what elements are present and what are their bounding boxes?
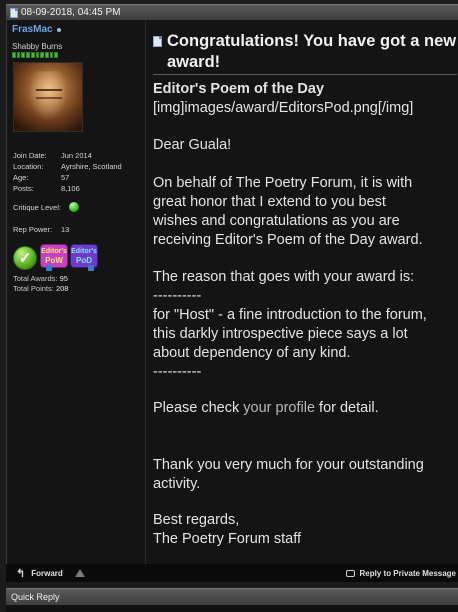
reason-line: about dependency of any kind. bbox=[153, 345, 351, 361]
dash-separator: ---------- bbox=[153, 364, 202, 380]
location: Ayrshire, Scotland bbox=[61, 162, 122, 171]
post-footer: ↰ Forward Reply to Private Message bbox=[6, 564, 458, 582]
document-icon bbox=[153, 36, 162, 47]
warning-triangle-icon[interactable] bbox=[74, 569, 85, 577]
forward-arrow-icon: ↰ bbox=[16, 567, 26, 580]
user-title: Shabby Burns bbox=[12, 42, 63, 51]
join-date: Jun 2014 bbox=[61, 151, 92, 160]
divider bbox=[153, 74, 457, 75]
profile-link[interactable]: your profile bbox=[243, 400, 315, 416]
profile-check-line: Please check your profile for detail. bbox=[153, 400, 379, 416]
reply-to-pm-button[interactable]: Reply to Private Message bbox=[345, 569, 456, 578]
forward-button[interactable]: ↰ Forward bbox=[16, 567, 63, 580]
age-row: Age: 57 bbox=[13, 173, 70, 182]
post-content: Congratulations! You have got a new awar… bbox=[145, 20, 458, 564]
age: 57 bbox=[61, 173, 70, 182]
body-line: receiving Editor's Poem of the Day award… bbox=[153, 232, 423, 248]
quick-reply-header[interactable]: Quick Reply bbox=[6, 588, 458, 605]
online-status-icon bbox=[56, 27, 61, 32]
body-line: great honor that I extend to you best bbox=[153, 194, 386, 210]
dash-separator: ---------- bbox=[153, 288, 202, 304]
rep-power: 13 bbox=[61, 225, 70, 234]
critique-level-row: Critique Level: bbox=[13, 202, 79, 212]
reputation-bar[interactable] bbox=[12, 52, 59, 58]
signoff-line: Best regards, bbox=[153, 512, 240, 528]
ribbon-icon bbox=[88, 265, 94, 271]
award-heading: Editor's Poem of the Day bbox=[153, 81, 325, 97]
ribbon-icon bbox=[46, 265, 52, 271]
signoff-line: The Poetry Forum staff bbox=[153, 531, 302, 547]
thanks-line: activity. bbox=[153, 476, 201, 492]
post-body: FrasMac Shabby Burns Join Date: Jun 2014… bbox=[6, 20, 458, 564]
join-date-row: Join Date: Jun 2014 bbox=[13, 151, 92, 160]
image-tag-text: [img]images/award/EditorsPod.png[/img] bbox=[153, 100, 414, 116]
reason-intro: The reason that goes with your award is: bbox=[153, 269, 415, 285]
post-count: 8,106 bbox=[61, 184, 80, 193]
checkmark-award-icon[interactable]: ✓ bbox=[13, 246, 37, 270]
total-awards: Total Awards: 95 bbox=[13, 274, 68, 283]
critique-level-icon bbox=[68, 202, 79, 212]
posts-row: Posts: 8,106 bbox=[13, 184, 80, 193]
thanks-line: Thank you very much for your outstanding bbox=[153, 457, 424, 473]
post-title: Congratulations! You have got a new awar… bbox=[167, 32, 457, 71]
body-line: wishes and congratulations as you are bbox=[153, 213, 400, 229]
editors-pod-badge[interactable]: Editor's PoD bbox=[70, 244, 98, 271]
greeting: Dear Guala! bbox=[153, 137, 232, 153]
username-link[interactable]: FrasMac bbox=[12, 24, 53, 35]
post-datetime: 08-09-2018, 04:45 PM bbox=[21, 7, 121, 18]
editors-pow-badge[interactable]: Editor's PoW bbox=[40, 244, 68, 271]
location-row: Location: Ayrshire, Scotland bbox=[13, 162, 122, 171]
reason-line: for "Host" - a fine introduction to the … bbox=[153, 307, 427, 323]
document-icon bbox=[10, 7, 18, 18]
body-line: On behalf of The Poetry Forum, it is wit… bbox=[153, 175, 413, 191]
quick-reply-area bbox=[6, 605, 458, 612]
post-title-row: Congratulations! You have got a new awar… bbox=[153, 31, 457, 73]
post-header: 08-09-2018, 04:45 PM bbox=[6, 4, 458, 20]
reason-line: this darkly introspective piece says a l… bbox=[153, 326, 408, 342]
speech-bubble-icon bbox=[345, 569, 355, 577]
rep-power-row: Rep Power: 13 bbox=[13, 225, 70, 234]
user-row: FrasMac bbox=[12, 24, 61, 35]
total-points: Total Points: 208 bbox=[13, 284, 69, 293]
user-sidebar: FrasMac Shabby Burns Join Date: Jun 2014… bbox=[7, 20, 145, 564]
avatar[interactable] bbox=[13, 62, 83, 132]
